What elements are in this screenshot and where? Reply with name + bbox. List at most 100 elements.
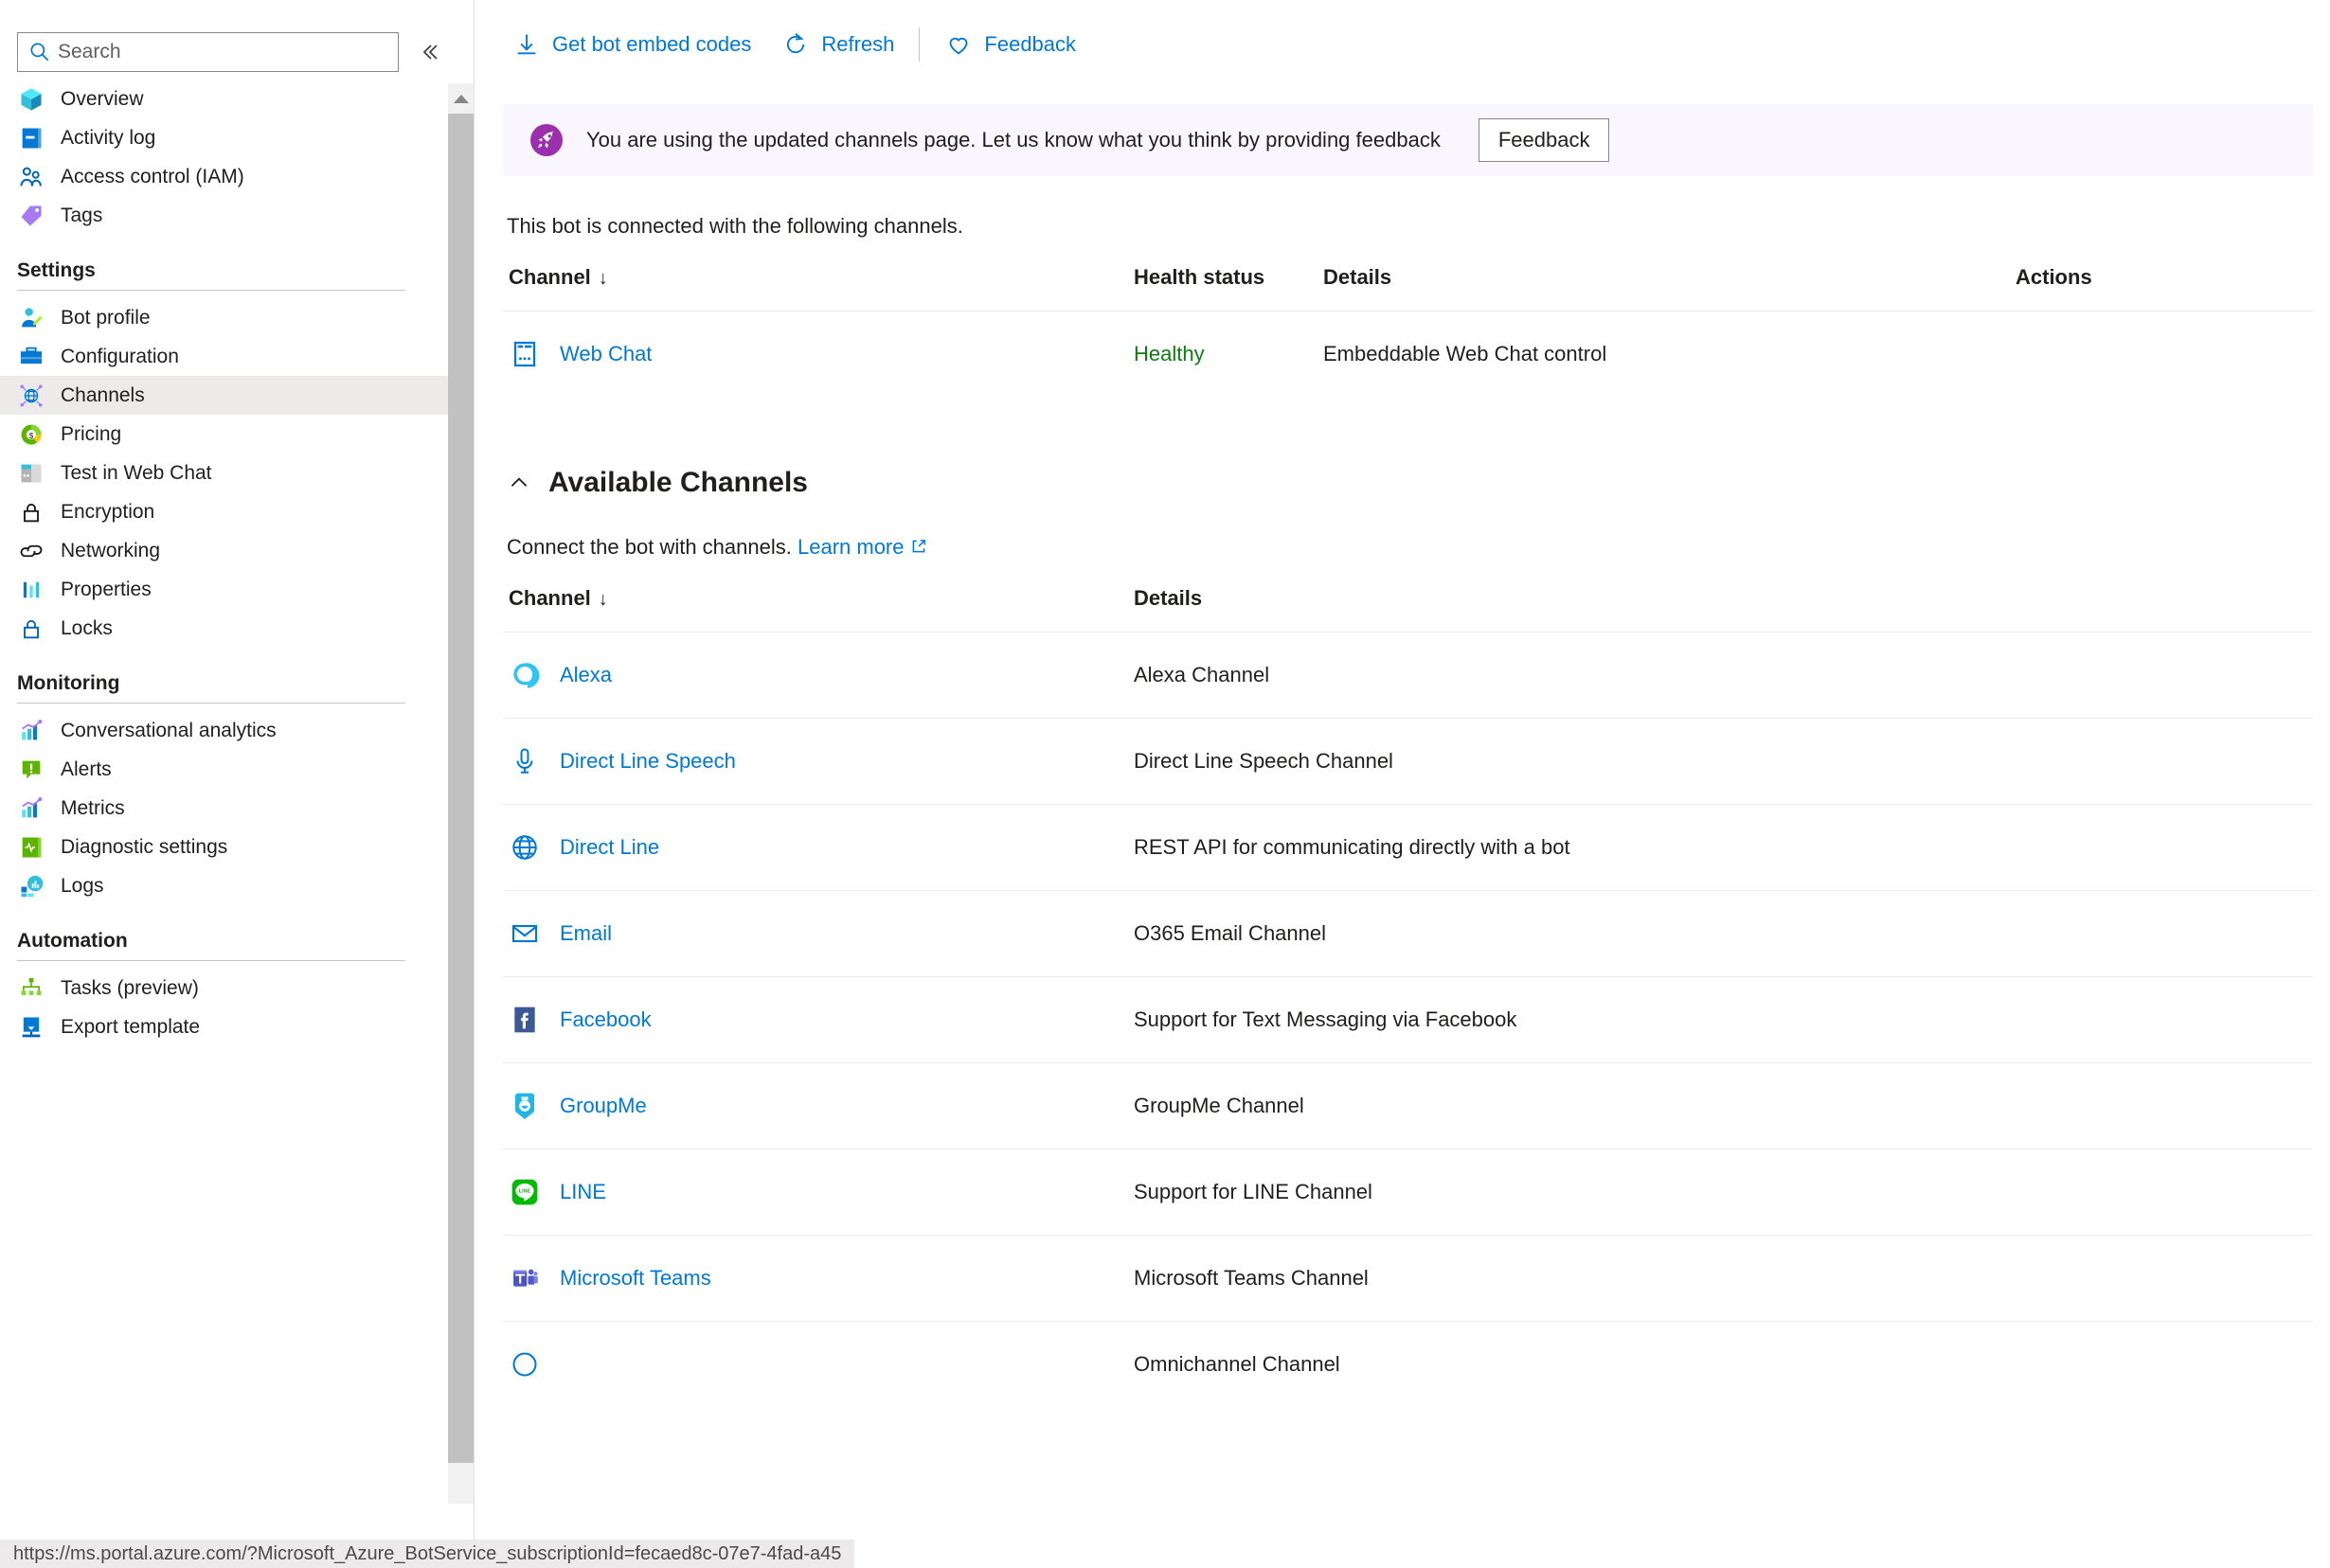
sidebar-group-title: Settings [17, 259, 96, 281]
table-row: Facebook Support for Text Messaging via … [503, 976, 2313, 1063]
facebook-icon [509, 1004, 541, 1036]
table-row: GroupMe GroupMe Channel [503, 1062, 2313, 1149]
sidebar-item-properties[interactable]: Properties [0, 570, 448, 609]
webchat-icon [17, 459, 45, 488]
channel-link-web-chat[interactable]: Web Chat [560, 342, 652, 366]
channel-link-direct-line[interactable]: Direct Line [560, 835, 659, 860]
sidebar-group-settings: Settings [0, 235, 448, 291]
search-icon [27, 40, 52, 64]
sidebar-item-test-in-web-chat[interactable]: Test in Web Chat [0, 454, 448, 492]
connect-text: Connect the bot with channels. [507, 535, 792, 559]
channel-link-facebook[interactable]: Facebook [560, 1007, 652, 1032]
column-header-details: Details [1323, 265, 1392, 289]
connected-channels-table: Channel ↓ Health status Details Actions [503, 239, 2313, 397]
sidebar-item-label: Tags [61, 204, 103, 226]
cell-details: Alexa Channel [1128, 632, 2313, 719]
sidebar-item-export-template[interactable]: Export template [0, 1007, 448, 1046]
table-row: Omnichannel Channel [503, 1321, 2313, 1407]
table-header-row: Channel ↓ Health status Details Actions [503, 239, 2313, 312]
book-icon [17, 124, 45, 152]
sidebar-item-label: Conversational analytics [61, 719, 277, 741]
sidebar-item-tags[interactable]: Tags [0, 196, 448, 235]
banner-feedback-button[interactable]: Feedback [1478, 118, 1610, 162]
bars-icon [17, 576, 45, 604]
search-input[interactable] [58, 41, 388, 63]
sidebar-item-tasks-preview[interactable]: Tasks (preview) [0, 969, 448, 1007]
collapse-sidebar-button[interactable] [412, 33, 448, 71]
search-box[interactable] [17, 32, 399, 72]
logs-icon [17, 872, 45, 900]
column-header-label: Channel [509, 586, 591, 610]
rocket-icon [528, 121, 565, 159]
lock-gray-icon [17, 498, 45, 526]
cell-details: Microsoft Teams Channel [1128, 1235, 2313, 1322]
pricing-donut-icon: $ [17, 420, 45, 449]
sidebar-item-label: Logs [61, 874, 104, 897]
column-header-channel[interactable]: Channel ↓ [503, 560, 1128, 633]
sidebar-item-access-control[interactable]: Access control (IAM) [0, 157, 448, 196]
sidebar-item-label: Networking [61, 539, 161, 561]
channel-link-direct-line-speech[interactable]: Direct Line Speech [560, 749, 736, 774]
table-header-row: Channel ↓ Details [503, 560, 2313, 633]
status-bar-url: https://ms.portal.azure.com/?Microsoft_A… [0, 1540, 855, 1568]
link-icon [17, 537, 45, 565]
alert-icon [17, 756, 45, 784]
azure-portal-channels-page: Overview Activity log [0, 0, 2330, 1568]
feedback-button[interactable]: Feedback [929, 20, 1091, 69]
sidebar-item-configuration[interactable]: Configuration [0, 337, 448, 376]
diagnostic-book-icon [17, 833, 45, 862]
table-row: Email O365 Email Channel [503, 890, 2313, 977]
chevron-up-icon[interactable] [507, 471, 531, 495]
banner-message: You are using the updated channels page.… [586, 128, 1441, 151]
sidebar-item-label: Locks [61, 616, 113, 639]
cell-channel: Direct Line Speech [503, 718, 1128, 805]
sidebar-item-activity-log[interactable]: Activity log [0, 118, 448, 157]
sidebar-item-logs[interactable]: Logs [0, 866, 448, 905]
sidebar-item-networking[interactable]: Networking [0, 531, 448, 570]
svg-text:LINE: LINE [519, 1188, 531, 1194]
sidebar-item-pricing[interactable]: $ Pricing [0, 415, 448, 454]
mic-icon [509, 745, 541, 777]
line-icon: LINE [509, 1176, 541, 1208]
column-header-details: Details [1134, 586, 1203, 610]
section-title: Available Channels [548, 467, 808, 498]
cell-details: Support for Text Messaging via Facebook [1128, 976, 2313, 1063]
cell-details: O365 Email Channel [1128, 890, 2313, 977]
column-header-actions: Actions [2016, 265, 2092, 289]
sidebar-item-bot-profile[interactable]: Bot profile [0, 298, 448, 337]
sidebar-item-overview[interactable]: Overview [0, 80, 448, 118]
get-bot-embed-codes-button[interactable]: Get bot embed codes [497, 20, 766, 69]
sidebar-group-title: Automation [17, 930, 128, 952]
globe-icon [509, 831, 541, 864]
divider [17, 290, 405, 291]
available-channels-section-header[interactable]: Available Channels [507, 467, 2330, 499]
channel-link-groupme[interactable]: GroupMe [560, 1094, 647, 1118]
sidebar-item-conversational-analytics[interactable]: Conversational analytics [0, 711, 448, 750]
cell-details: REST API for communicating directly with… [1128, 804, 2313, 891]
sidebar-item-locks[interactable]: Locks [0, 609, 448, 648]
sidebar-item-diagnostic-settings[interactable]: Diagnostic settings [0, 828, 448, 866]
channel-link-email[interactable]: Email [560, 921, 612, 946]
heart-icon [944, 30, 973, 59]
sidebar-item-label: Configuration [61, 345, 179, 367]
globe-nodes-icon [17, 382, 45, 410]
learn-more-link[interactable]: Learn more [798, 535, 905, 559]
sort-descending-icon: ↓ [598, 589, 608, 610]
sidebar-item-label: Tasks (preview) [61, 976, 199, 999]
cell-channel: Direct Line [503, 804, 1128, 891]
channel-link-alexa[interactable]: Alexa [560, 663, 612, 687]
table-row: Alexa Alexa Channel [503, 632, 2313, 719]
refresh-button[interactable]: Refresh [766, 20, 909, 69]
column-header-channel[interactable]: Channel ↓ [503, 239, 1128, 312]
channel-link-microsoft-teams[interactable]: Microsoft Teams [560, 1266, 711, 1291]
sidebar-item-label: Access control (IAM) [61, 165, 244, 187]
sidebar-item-label: Metrics [61, 796, 125, 819]
sidebar-item-alerts[interactable]: Alerts [0, 750, 448, 789]
channel-link-line[interactable]: LINE [560, 1180, 606, 1204]
sidebar-item-metrics[interactable]: Metrics [0, 789, 448, 828]
sidebar-item-channels[interactable]: Channels [0, 376, 448, 415]
cube-icon [17, 85, 45, 114]
cell-channel [503, 1321, 1128, 1407]
sidebar-item-encryption[interactable]: Encryption [0, 492, 448, 531]
sidebar-group-automation: Automation [0, 905, 448, 961]
